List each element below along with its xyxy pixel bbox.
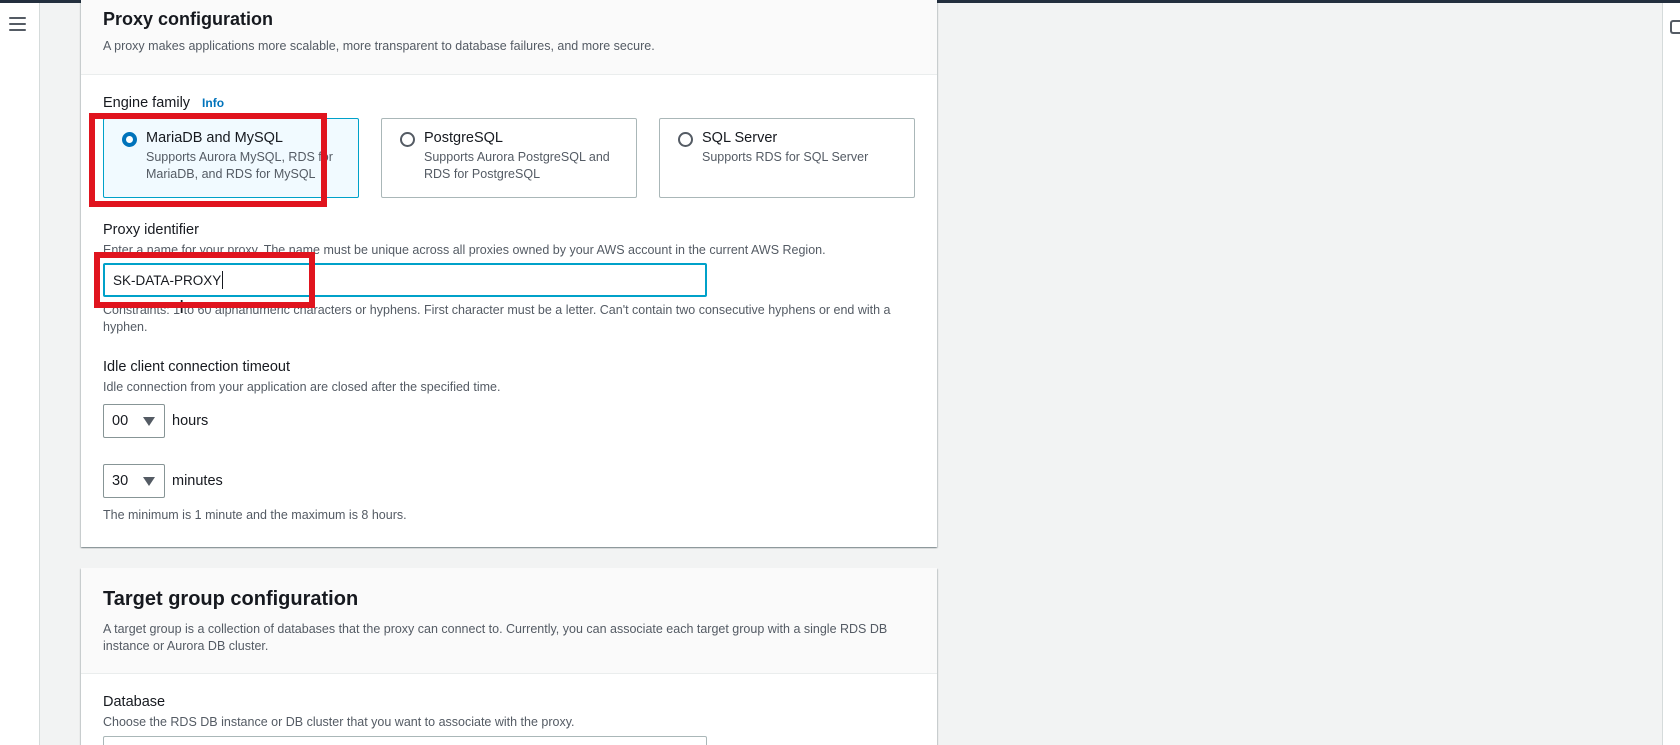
engine-family-tiles: MariaDB and MySQL Supports Aurora MySQL,…	[103, 118, 915, 198]
minutes-row: 30 minutes	[103, 464, 915, 498]
target-group-title: Target group configuration	[103, 588, 359, 610]
database-description: Choose the RDS DB instance or DB cluster…	[103, 715, 575, 729]
engine-family-info-link[interactable]: Info	[202, 96, 224, 110]
engine-tile-description: Supports Aurora MySQL, RDS for MariaDB, …	[146, 150, 333, 181]
tools-rail	[1662, 3, 1680, 745]
proxy-identifier-input[interactable]: SK-DATA-PROXY	[103, 263, 707, 297]
hours-select[interactable]: 00	[103, 404, 165, 438]
text-caret	[222, 271, 224, 289]
engine-tile-sql-server[interactable]: SQL Server Supports RDS for SQL Server	[659, 118, 915, 198]
engine-tile-mariadb-mysql[interactable]: MariaDB and MySQL Supports Aurora MySQL,…	[103, 118, 359, 198]
engine-tile-postgresql[interactable]: PostgreSQL Supports Aurora PostgreSQL an…	[381, 118, 637, 198]
minutes-select[interactable]: 30	[103, 464, 165, 498]
engine-tile-title: PostgreSQL	[424, 130, 503, 146]
target-group-description: A target group is a collection of databa…	[103, 622, 888, 653]
hours-select-value: 00	[112, 413, 129, 429]
hours-unit-label: hours	[172, 413, 209, 429]
target-group-header: Target group configuration A target grou…	[81, 568, 937, 674]
minutes-unit-label: minutes	[172, 473, 223, 489]
radio-selected-icon[interactable]	[122, 132, 137, 147]
minutes-select-value: 30	[112, 473, 129, 489]
idle-timeout-description: Idle connection from your application ar…	[103, 380, 501, 394]
proxy-identifier-label: Proxy identifier	[103, 222, 199, 238]
target-group-body: Database Choose the RDS DB instance or D…	[81, 674, 937, 729]
proxy-configuration-description: A proxy makes applications more scalable…	[103, 39, 655, 53]
engine-tile-title: SQL Server	[702, 130, 778, 146]
proxy-configuration-panel: Proxy configuration A proxy makes applic…	[81, 0, 937, 547]
caret-down-icon	[143, 417, 155, 426]
radio-unselected-icon[interactable]	[400, 132, 415, 147]
proxy-configuration-title: Proxy configuration	[103, 9, 274, 29]
proxy-identifier-constraints: Constraints: 1 to 60 alphanumeric charac…	[103, 303, 891, 334]
engine-tile-title: MariaDB and MySQL	[146, 130, 283, 146]
hours-row: 00 hours	[103, 404, 915, 438]
radio-unselected-icon[interactable]	[678, 132, 693, 147]
engine-family-label: Engine family	[103, 95, 191, 111]
proxy-identifier-description: Enter a name for your proxy. The name mu…	[103, 243, 826, 257]
navigation-rail	[0, 3, 40, 745]
proxy-identifier-value: SK-DATA-PROXY	[113, 272, 222, 288]
database-label: Database	[103, 694, 166, 710]
engine-family-label-row: Engine family Info	[103, 95, 915, 111]
proxy-configuration-body: Engine family Info MariaDB and MySQL Sup…	[81, 75, 937, 522]
ibeam-cursor-icon: I	[179, 297, 185, 318]
target-group-panel: Target group configuration A target grou…	[81, 568, 937, 745]
idle-timeout-hint: The minimum is 1 minute and the maximum …	[103, 508, 407, 522]
engine-tile-description: Supports RDS for SQL Server	[702, 150, 869, 164]
caret-down-icon	[143, 477, 155, 486]
database-select[interactable]	[103, 736, 707, 745]
tools-panel-icon[interactable]	[1670, 20, 1680, 34]
menu-icon[interactable]	[9, 17, 26, 33]
proxy-configuration-header: Proxy configuration A proxy makes applic…	[81, 0, 937, 75]
idle-timeout-label: Idle client connection timeout	[103, 359, 290, 375]
engine-tile-description: Supports Aurora PostgreSQL and RDS for P…	[424, 150, 610, 181]
